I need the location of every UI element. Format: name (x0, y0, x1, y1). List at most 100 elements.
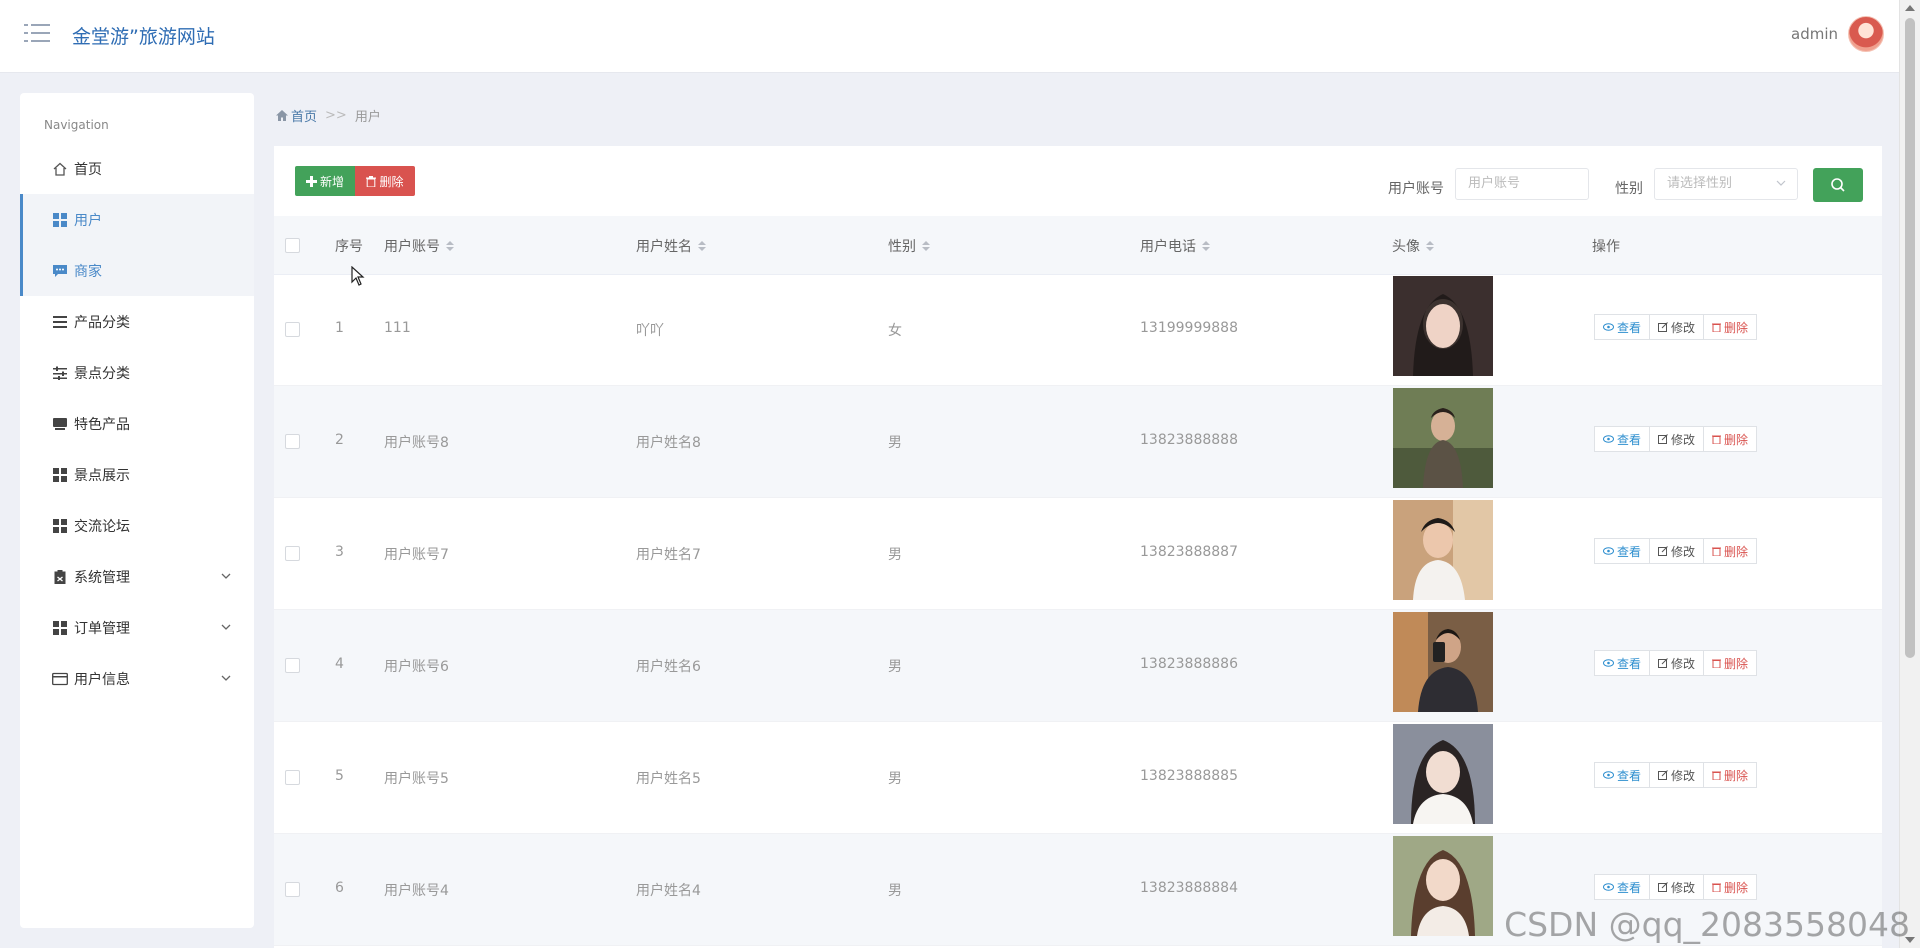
sidebar-item-product-category[interactable]: 产品分类 (20, 296, 254, 347)
nav-list: 首页 用户 商家 产品分类 景点分类 特色产品 景点展示 交流论坛 系统管理 订… (20, 143, 254, 704)
col-avatar[interactable]: 头像 (1392, 236, 1434, 256)
edit-icon (1658, 658, 1668, 668)
sidebar-item-users[interactable]: 用户 (20, 194, 254, 245)
delete-button[interactable]: 删除 (355, 166, 415, 196)
user-menu[interactable]: admin (1791, 16, 1884, 52)
row-checkbox[interactable] (285, 546, 300, 561)
view-button[interactable]: 查看 (1594, 426, 1651, 452)
clipboard-icon (52, 569, 68, 585)
top-bar: 金堂游”旅游网站 admin (0, 0, 1900, 73)
delete-label: 删除 (1724, 432, 1749, 447)
sidebar-item-system[interactable]: 系统管理 (20, 551, 254, 602)
cell-phone: 13199999888 (1140, 320, 1238, 336)
select-all-checkbox[interactable] (285, 238, 300, 253)
col-account[interactable]: 用户账号 (384, 236, 454, 256)
table-body: 1 111 吖吖 女 13199999888 查看 修改 删除 2 用户账号8 … (274, 274, 1882, 946)
view-button[interactable]: 查看 (1594, 874, 1651, 900)
scrollbar-thumb[interactable] (1905, 18, 1915, 658)
cell-account: 111 (384, 320, 411, 336)
table-header: 序号 用户账号 用户姓名 性别 用户电话 头像 操作 (274, 216, 1882, 275)
sidebar-item-home[interactable]: 首页 (20, 143, 254, 194)
grid-icon (52, 518, 68, 534)
edit-button[interactable]: 修改 (1649, 538, 1705, 564)
sidebar-item-merchants[interactable]: 商家 (20, 245, 254, 296)
cell-index: 3 (335, 544, 344, 560)
add-button-label: 新增 (319, 174, 344, 189)
col-phone[interactable]: 用户电话 (1140, 236, 1210, 256)
edit-button[interactable]: 修改 (1649, 874, 1705, 900)
edit-label: 修改 (1671, 880, 1696, 895)
sort-icon[interactable] (698, 241, 706, 251)
chevron-down-icon (221, 573, 231, 579)
scroll-up-icon[interactable] (1905, 5, 1915, 11)
row-actions: 查看 修改 删除 (1594, 650, 1758, 676)
sidebar-item-scenic-category[interactable]: 景点分类 (20, 347, 254, 398)
sidebar-item-featured-products[interactable]: 特色产品 (20, 398, 254, 449)
edit-icon (1658, 882, 1668, 892)
row-checkbox[interactable] (285, 882, 300, 897)
add-button[interactable]: 新增 (295, 166, 355, 196)
cell-account: 用户账号8 (384, 435, 449, 451)
trash-icon (1712, 547, 1722, 556)
delete-row-button[interactable]: 删除 (1703, 538, 1758, 564)
sidebar-item-label: 首页 (74, 161, 102, 178)
breadcrumb-home[interactable]: 首页 (276, 106, 317, 125)
cell-phone: 13823888887 (1140, 544, 1238, 560)
username: admin (1791, 25, 1838, 43)
row-checkbox[interactable] (285, 434, 300, 449)
cell-index: 2 (335, 432, 344, 448)
menu-toggle-icon[interactable] (24, 22, 50, 44)
sort-icon[interactable] (1202, 241, 1210, 251)
cell-gender: 男 (888, 659, 902, 675)
cell-gender: 男 (888, 771, 902, 787)
delete-button-label: 删除 (379, 174, 404, 189)
col-name-label: 用户姓名 (636, 239, 692, 255)
view-button[interactable]: 查看 (1594, 650, 1651, 676)
sidebar-item-forum[interactable]: 交流论坛 (20, 500, 254, 551)
delete-row-button[interactable]: 删除 (1703, 874, 1758, 900)
gender-select[interactable]: 请选择性别 (1654, 168, 1798, 200)
vertical-scrollbar[interactable] (1899, 0, 1920, 948)
avatar-photo (1393, 724, 1493, 824)
delete-row-button[interactable]: 删除 (1703, 314, 1758, 340)
view-button[interactable]: 查看 (1594, 538, 1651, 564)
view-label: 查看 (1617, 656, 1642, 671)
sidebar: Navigation 首页 用户 商家 产品分类 景点分类 特色产品 景点展示 (20, 93, 254, 928)
delete-label: 删除 (1724, 544, 1749, 559)
sidebar-item-orders[interactable]: 订单管理 (20, 602, 254, 653)
search-button[interactable] (1813, 168, 1863, 202)
row-checkbox[interactable] (285, 658, 300, 673)
sort-icon[interactable] (922, 241, 930, 251)
site-title: 金堂游”旅游网站 (72, 26, 215, 48)
col-name[interactable]: 用户姓名 (636, 236, 706, 256)
trash-icon (1712, 323, 1722, 332)
user-avatar[interactable] (1848, 16, 1884, 52)
row-checkbox[interactable] (285, 322, 300, 337)
edit-label: 修改 (1671, 320, 1696, 335)
sidebar-item-user-info[interactable]: 用户信息 (20, 653, 254, 704)
view-button[interactable]: 查看 (1594, 314, 1651, 340)
edit-button[interactable]: 修改 (1649, 762, 1705, 788)
account-search-input[interactable]: 用户账号 (1455, 168, 1589, 200)
delete-row-button[interactable]: 删除 (1703, 426, 1758, 452)
edit-icon (1658, 434, 1668, 444)
col-gender[interactable]: 性别 (888, 236, 930, 256)
sort-icon[interactable] (446, 241, 454, 251)
mouse-cursor-icon (351, 266, 365, 286)
cell-name: 用户姓名6 (636, 659, 701, 675)
cell-name: 用户姓名4 (636, 883, 701, 899)
sidebar-item-scenic-display[interactable]: 景点展示 (20, 449, 254, 500)
row-checkbox[interactable] (285, 770, 300, 785)
eye-icon (1603, 771, 1614, 779)
col-gender-label: 性别 (888, 239, 916, 255)
edit-button[interactable]: 修改 (1649, 314, 1705, 340)
edit-button[interactable]: 修改 (1649, 650, 1705, 676)
view-button[interactable]: 查看 (1594, 762, 1651, 788)
col-avatar-label: 头像 (1392, 239, 1420, 255)
delete-row-button[interactable]: 删除 (1703, 650, 1758, 676)
delete-row-button[interactable]: 删除 (1703, 762, 1758, 788)
edit-button[interactable]: 修改 (1649, 426, 1705, 452)
cell-index: 1 (335, 320, 344, 336)
gender-select-placeholder: 请选择性别 (1667, 176, 1733, 191)
sort-icon[interactable] (1426, 241, 1434, 251)
